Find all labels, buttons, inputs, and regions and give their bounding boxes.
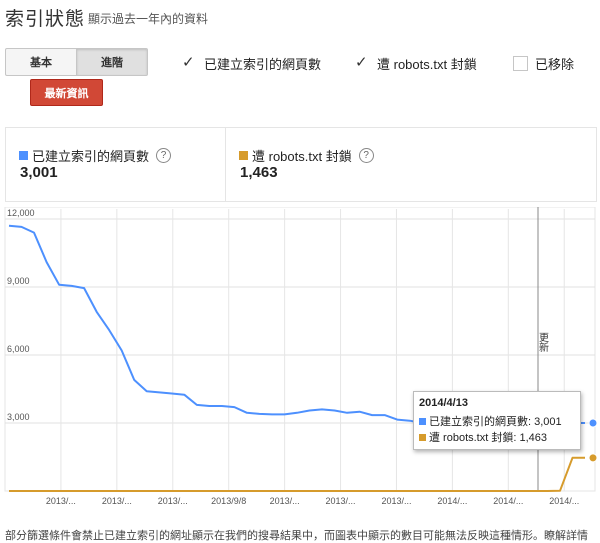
- y-tick-label: 12,000: [7, 208, 35, 218]
- update-annotation-label: 更新: [537, 332, 549, 353]
- stat-robots-label: 遭 robots.txt 封鎖: [252, 149, 352, 164]
- filter-robots-label: 遭 robots.txt 封鎖: [377, 57, 477, 72]
- x-tick-label: 2013/...: [326, 496, 356, 506]
- y-tick-label: 6,000: [7, 344, 30, 354]
- tooltip-date: 2014/4/13: [419, 397, 468, 409]
- help-icon[interactable]: ?: [156, 148, 172, 163]
- indexed-color-swatch: [419, 417, 426, 425]
- learn-more-link[interactable]: 瞭解詳情: [544, 530, 588, 542]
- x-tick-label: 2013/...: [102, 496, 132, 506]
- update-button[interactable]: 最新資訊: [30, 79, 103, 106]
- page-title: 索引狀態: [5, 9, 86, 30]
- checkbox-empty-icon: [513, 56, 528, 71]
- footer-note: 部分篩選條件會禁止已建立索引的網址顯示在我們的搜尋結果中，而圖表中顯示的數目可能…: [5, 527, 588, 543]
- tooltip-row-indexed: 已建立索引的網頁數: 3,001: [419, 413, 562, 429]
- robots-color-swatch: [239, 151, 248, 160]
- series-line-robots: [9, 456, 585, 492]
- y-tick-label: 9,000: [7, 276, 30, 286]
- tooltip-indexed-text: 已建立索引的網頁數: 3,001: [429, 416, 562, 428]
- filter-removed-checkbox[interactable]: 已移除: [513, 54, 574, 73]
- filter-robots-checkbox[interactable]: ✓ 遭 robots.txt 封鎖: [355, 54, 477, 73]
- tooltip-robots-text: 遭 robots.txt 封鎖: 1,463: [429, 432, 547, 444]
- x-tick-label: 2014/...: [437, 496, 467, 506]
- index-status-chart[interactable]: 12,000 9,000 6,000 3,000 2013/... 2013/... 201…: [0, 207, 600, 519]
- page-subtitle: 顯示過去一年內的資料: [88, 12, 209, 26]
- x-tick-label: 2013/...: [46, 496, 76, 506]
- chart-tooltip: 2014/4/13 已建立索引的網頁數: 3,001 遭 robots.txt …: [413, 391, 581, 450]
- filter-indexed-checkbox[interactable]: ✓ 已建立索引的網頁數: [182, 54, 321, 73]
- help-icon[interactable]: ?: [358, 148, 374, 163]
- robots-color-swatch: [419, 433, 426, 441]
- x-tick-label: 2013/...: [381, 496, 411, 506]
- indexed-color-swatch: [19, 151, 28, 160]
- filter-indexed-label: 已建立索引的網頁數: [204, 57, 322, 72]
- checkbox-checked-icon: ✓: [182, 54, 195, 71]
- y-tick-label: 3,000: [7, 412, 30, 422]
- x-tick-label: 2014/...: [493, 496, 523, 506]
- filter-removed-label: 已移除: [535, 57, 575, 72]
- series-endpoint-robots: [588, 453, 598, 463]
- x-tick-label: 2013/...: [270, 496, 300, 506]
- stat-robots-value: 1,463: [240, 164, 278, 181]
- stat-indexed: 已建立索引的網頁數 ? 3,001: [6, 128, 226, 201]
- stat-indexed-value: 3,001: [20, 164, 58, 181]
- x-tick-label: 2013/9/8: [211, 496, 246, 506]
- stats-panel: 已建立索引的網頁數 ? 3,001 遭 robots.txt 封鎖 ? 1,46…: [5, 127, 597, 202]
- series-endpoint-indexed: [588, 418, 598, 428]
- footer-text: 部分篩選條件會禁止已建立索引的網址顯示在我們的搜尋結果中，而圖表中顯示的數目可能…: [5, 530, 544, 542]
- basic-view-button[interactable]: 基本: [5, 48, 77, 76]
- view-mode-toggle: 基本 進階: [5, 48, 148, 76]
- checkbox-checked-icon: ✓: [355, 54, 368, 71]
- stat-indexed-label: 已建立索引的網頁數: [32, 149, 150, 164]
- advanced-view-button[interactable]: 進階: [77, 48, 148, 76]
- x-tick-label: 2013/...: [158, 496, 188, 506]
- x-tick-label: 2014/...: [549, 496, 579, 506]
- tooltip-row-robots: 遭 robots.txt 封鎖: 1,463: [419, 429, 547, 445]
